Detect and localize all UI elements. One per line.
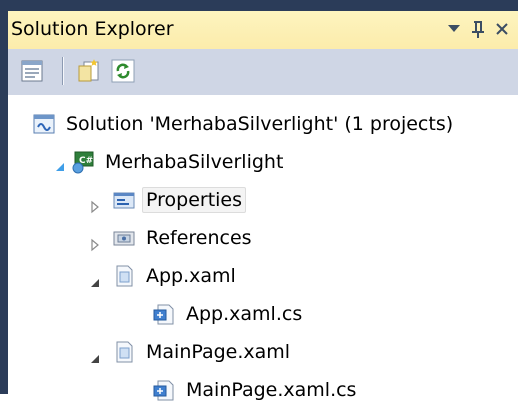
collapsed-arrow-icon[interactable] xyxy=(88,238,102,252)
tree-node-label: App.xaml.cs xyxy=(186,303,303,325)
refresh-button[interactable] xyxy=(110,58,136,84)
tree-node-mainpage-xaml-cs[interactable]: MainPage.xaml.cs xyxy=(152,373,360,407)
window-position-menu-button[interactable] xyxy=(442,17,466,41)
tree-node-properties[interactable]: Properties xyxy=(112,183,247,217)
tree-node-label: Solution 'MerhabaSilverlight' (1 project… xyxy=(66,113,454,135)
tree-node-label: MerhabaSilverlight xyxy=(105,151,284,173)
panel-title-bar: Solution Explorer xyxy=(8,11,518,49)
pin-icon xyxy=(472,21,484,38)
tree-node-label: MainPage.xaml.cs xyxy=(186,379,357,401)
cs-file-icon xyxy=(153,380,174,401)
expanded-arrow-icon[interactable] xyxy=(88,352,102,366)
xaml-file-icon xyxy=(116,341,133,363)
panel-title: Solution Explorer xyxy=(11,18,174,40)
xaml-file-icon xyxy=(116,265,133,287)
tree-node-label: App.xaml xyxy=(146,265,236,287)
solution-icon xyxy=(33,114,55,134)
csharp-project-icon: C# xyxy=(72,151,94,174)
solution-explorer-panel: Solution Explorer Solution 'MerhabaSilve… xyxy=(8,11,518,401)
close-icon xyxy=(496,23,508,35)
cs-file-icon xyxy=(153,304,174,325)
tree-node-label: MainPage.xaml xyxy=(146,341,291,363)
collapsed-arrow-icon[interactable] xyxy=(88,200,102,214)
properties-window-icon xyxy=(21,60,43,82)
tree-node-app-xaml-cs[interactable]: App.xaml.cs xyxy=(152,297,306,331)
tree-node-references[interactable]: References xyxy=(112,221,256,255)
chevron-down-icon xyxy=(448,25,460,32)
tree-node-label: Properties xyxy=(142,187,247,213)
tree-node-solution[interactable]: Solution 'MerhabaSilverlight' (1 project… xyxy=(32,107,457,141)
tree-node-mainpage-xaml[interactable]: MainPage.xaml xyxy=(112,335,294,369)
solution-explorer-toolbar xyxy=(8,49,518,95)
show-all-files-icon xyxy=(78,59,99,82)
auto-hide-pin-button[interactable] xyxy=(466,17,490,41)
properties-window-button[interactable] xyxy=(20,58,46,84)
tree-node-project[interactable]: C# MerhabaSilverlight xyxy=(71,145,287,179)
tree-node-label: References xyxy=(146,227,252,249)
close-panel-button[interactable] xyxy=(490,17,514,41)
expanded-arrow-icon[interactable] xyxy=(88,276,102,290)
expanded-arrow-icon[interactable] xyxy=(53,160,67,174)
solution-tree: Solution 'MerhabaSilverlight' (1 project… xyxy=(8,95,518,401)
refresh-icon xyxy=(111,59,135,83)
properties-folder-icon xyxy=(113,192,135,209)
show-all-files-button[interactable] xyxy=(76,58,102,84)
tree-node-app-xaml[interactable]: App.xaml xyxy=(112,259,240,293)
references-folder-icon xyxy=(113,231,135,246)
toolbar-separator xyxy=(62,57,63,85)
